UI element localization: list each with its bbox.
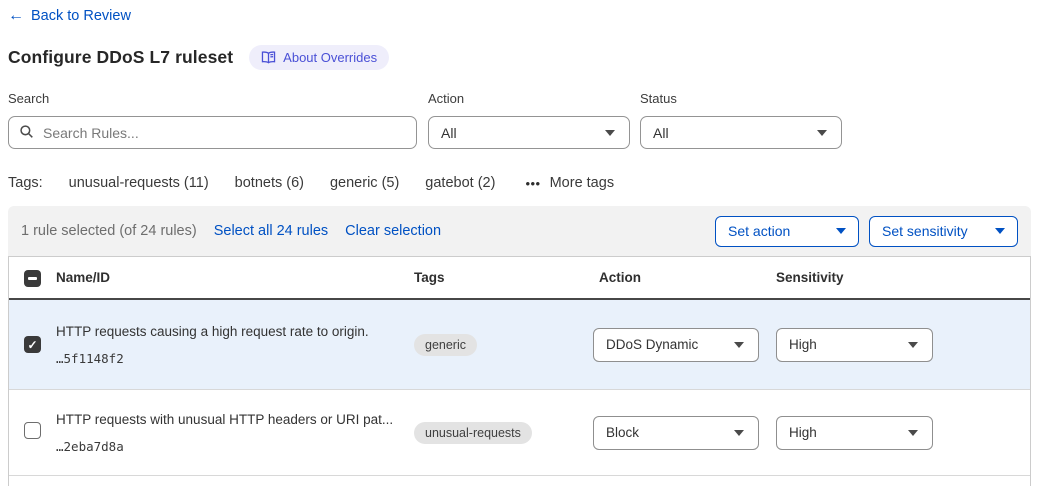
more-tags-button[interactable]: ••• More tags xyxy=(525,175,614,191)
select-all-link[interactable]: Select all 24 rules xyxy=(214,223,328,239)
book-icon xyxy=(261,51,276,64)
column-header-tags: Tags xyxy=(414,270,599,285)
rule-id: …2eba7d8a xyxy=(56,439,414,454)
check-icon: ✓ xyxy=(27,339,37,351)
rule-name: HTTP requests with unusual HTTP headers … xyxy=(56,412,414,427)
tags-bar: Tags: unusual-requests (11) botnets (6) … xyxy=(8,175,1031,191)
chevron-down-icon xyxy=(908,430,918,436)
set-action-dropdown[interactable]: Set action xyxy=(715,216,859,247)
rule-sensitivity-cell: High xyxy=(776,328,1030,362)
status-filter-value: All xyxy=(653,125,669,141)
about-overrides-button[interactable]: About Overrides xyxy=(249,45,389,70)
search-filter: Search xyxy=(8,91,417,149)
row-action-select[interactable]: DDoS Dynamic xyxy=(593,328,759,362)
ddos-ruleset-page: ← Back to Review Configure DDoS L7 rules… xyxy=(0,0,1039,486)
set-sensitivity-dropdown[interactable]: Set sensitivity xyxy=(869,216,1018,247)
rules-table: Name/ID Tags Action Sensitivity ✓ HTTP r… xyxy=(8,256,1031,486)
header-checkbox-cell xyxy=(9,268,56,287)
status-filter: Status All xyxy=(640,91,842,149)
tag-filter-generic[interactable]: generic (5) xyxy=(330,175,399,191)
back-link-label: Back to Review xyxy=(31,8,131,24)
row-action-select[interactable]: Block xyxy=(593,416,759,450)
rule-name: HTTP requests causing a high request rat… xyxy=(56,324,414,339)
row-action-value: DDoS Dynamic xyxy=(606,337,698,352)
clear-selection-link[interactable]: Clear selection xyxy=(345,223,441,239)
tag-pill: generic xyxy=(414,334,477,356)
chevron-down-icon xyxy=(605,130,615,136)
tag-filter-gatebot[interactable]: gatebot (2) xyxy=(425,175,495,191)
search-icon xyxy=(19,124,34,144)
row-checkbox-unchecked[interactable] xyxy=(24,422,41,439)
chevron-down-icon xyxy=(734,430,744,436)
select-all-checkbox-indeterminate[interactable] xyxy=(24,270,41,287)
back-link[interactable]: ← Back to Review xyxy=(8,8,131,24)
back-arrow-icon: ← xyxy=(8,8,24,24)
row-sensitivity-value: High xyxy=(789,425,817,440)
column-header-name-id: Name/ID xyxy=(56,270,414,285)
chevron-down-icon xyxy=(817,130,827,136)
search-input-wrap xyxy=(8,116,417,149)
search-label: Search xyxy=(8,91,417,106)
rule-tags-cell: generic xyxy=(414,334,477,356)
table-header-row: Name/ID Tags Action Sensitivity xyxy=(9,257,1030,300)
action-filter-label: Action xyxy=(428,91,630,106)
table-row-selected: ✓ HTTP requests causing a high request r… xyxy=(9,300,1030,390)
action-filter: Action All xyxy=(428,91,630,149)
status-filter-label: Status xyxy=(640,91,842,106)
selection-summary: 1 rule selected (of 24 rules) xyxy=(21,223,197,239)
ellipsis-icon: ••• xyxy=(525,176,540,191)
rule-action-cell: DDoS Dynamic xyxy=(599,328,776,362)
chevron-down-icon xyxy=(995,228,1005,234)
set-sensitivity-label: Set sensitivity xyxy=(882,223,968,239)
about-overrides-label: About Overrides xyxy=(283,50,377,65)
row-checkbox-cell xyxy=(9,422,56,444)
minus-icon xyxy=(28,277,37,280)
row-sensitivity-value: High xyxy=(789,337,817,352)
tags-label: Tags: xyxy=(8,175,43,191)
action-filter-select[interactable]: All xyxy=(428,116,630,149)
row-sensitivity-select[interactable]: High xyxy=(776,328,933,362)
row-sensitivity-select[interactable]: High xyxy=(776,416,933,450)
set-action-label: Set action xyxy=(728,223,790,239)
row-checkbox-checked[interactable]: ✓ xyxy=(24,336,41,353)
row-checkbox-cell: ✓ xyxy=(9,336,56,354)
table-row: HTTP requests with unusual HTTP headers … xyxy=(9,390,1030,476)
chevron-down-icon xyxy=(734,342,744,348)
rule-name-cell: HTTP requests causing a high request rat… xyxy=(56,324,414,366)
column-header-sensitivity: Sensitivity xyxy=(776,270,1030,285)
rule-name-cell: HTTP requests with unusual HTTP headers … xyxy=(56,412,414,454)
tag-pill: unusual-requests xyxy=(414,422,532,444)
search-input[interactable] xyxy=(8,116,417,149)
column-header-action: Action xyxy=(599,270,776,285)
tag-filter-unusual-requests[interactable]: unusual-requests (11) xyxy=(69,175,209,191)
row-action-value: Block xyxy=(606,425,639,440)
filters-row: Search Action All Status All xyxy=(8,91,1031,149)
rule-id: …5f1148f2 xyxy=(56,351,414,366)
tag-filter-botnets[interactable]: botnets (6) xyxy=(235,175,304,191)
rule-sensitivity-cell: High xyxy=(776,416,1030,450)
action-filter-value: All xyxy=(441,125,457,141)
chevron-down-icon xyxy=(908,342,918,348)
title-row: Configure DDoS L7 ruleset About Override… xyxy=(8,45,1031,70)
rule-tags-cell: unusual-requests xyxy=(414,422,532,444)
selection-bar: 1 rule selected (of 24 rules) Select all… xyxy=(8,206,1031,256)
more-tags-label: More tags xyxy=(550,175,614,191)
status-filter-select[interactable]: All xyxy=(640,116,842,149)
chevron-down-icon xyxy=(836,228,846,234)
rule-action-cell: Block xyxy=(599,416,776,450)
page-title: Configure DDoS L7 ruleset xyxy=(8,47,233,68)
